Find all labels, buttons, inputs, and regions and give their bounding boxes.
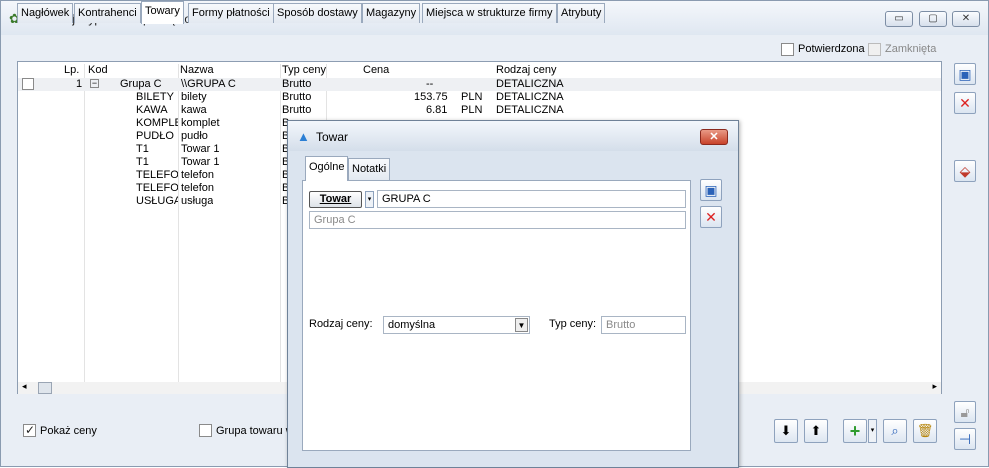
dialog-save-icon[interactable]: ▣	[700, 179, 722, 201]
export-icon[interactable]: ⬙	[954, 160, 976, 182]
main-window: ✿ Promocja typu Cena początkowa - zostan…	[0, 0, 989, 468]
cell-waluta: PLN	[461, 104, 483, 116]
towar-dialog: ▲ Towar ✕ Ogólne Notatki Towar ▾ GRUPA C…	[287, 120, 739, 468]
cell-kod: TELEFON	[136, 169, 178, 181]
cell-nazwa: Towar 1	[181, 156, 220, 168]
potwierdzona-label: Potwierdzona	[798, 43, 865, 55]
cell-lp: 1	[76, 78, 83, 90]
table-row[interactable]: KAWA kawa Brutto 6.81 PLN DETALICZNA	[18, 104, 941, 117]
cell-rodzaj: DETALICZNA	[496, 104, 564, 116]
cell-kod: KAWA	[136, 104, 168, 116]
cell-waluta: PLN	[461, 91, 483, 103]
tab-notatki[interactable]: Notatki	[348, 158, 391, 180]
cell-kod: T1	[136, 156, 149, 168]
cell-nazwa: \\GRUPA C	[181, 78, 236, 90]
col-kod[interactable]: Kod	[88, 64, 108, 76]
cell-kod: Grupa C	[120, 78, 162, 90]
dialog-title-bar: ▲ Towar ✕	[288, 121, 738, 151]
towar-button[interactable]: Towar	[309, 191, 362, 208]
dialog-cancel-icon[interactable]: ✕	[700, 206, 722, 228]
typ-ceny-field: Brutto	[601, 316, 686, 334]
row-select-checkbox[interactable]	[22, 78, 34, 90]
move-up-icon[interactable]: ⬆	[804, 419, 828, 443]
minimize-button[interactable]: ▭	[885, 11, 913, 27]
cell-nazwa: telefon	[181, 169, 215, 181]
col-typ-ceny[interactable]: Typ ceny	[282, 64, 326, 76]
dialog-title: Towar	[316, 130, 349, 144]
cell-rodzaj: DETALICZNA	[496, 91, 564, 103]
cell-cena: --	[426, 78, 434, 90]
col-cena[interactable]: Cena	[363, 64, 389, 76]
rodzaj-ceny-value: domyślna	[388, 319, 436, 331]
scroll-right-icon[interactable]: ▸	[932, 381, 937, 392]
add-dropdown-icon[interactable]: ▾	[868, 419, 877, 443]
pokaz-ceny-checkbox[interactable]	[23, 423, 36, 437]
cell-nazwa: komplet	[181, 117, 220, 129]
grupa-towaru-checkbox[interactable]	[199, 424, 212, 437]
towar-dropdown-icon[interactable]: ▾	[365, 191, 374, 208]
zamknieta-checkbox	[868, 43, 881, 56]
tab-miejsca-w-strukturze[interactable]: Miejsca w strukturze firmy	[422, 3, 557, 23]
col-lp[interactable]: Lp.	[64, 64, 79, 76]
cell-typ: Brutto	[282, 78, 312, 90]
maximize-button[interactable]: ▢	[919, 11, 947, 27]
tab-magazyny[interactable]: Magazyny	[362, 3, 421, 23]
tab-towary[interactable]: Towary	[141, 1, 184, 24]
zamknieta-label: Zamknięta	[885, 43, 937, 55]
tab-naglowek[interactable]: Nagłówek	[17, 3, 74, 23]
tab-atrybuty[interactable]: Atrybuty	[557, 3, 606, 23]
close-button[interactable]: ✕	[952, 11, 980, 27]
dialog-close-button[interactable]: ✕	[700, 129, 728, 145]
cell-nazwa: pudło	[181, 130, 208, 142]
cell-nazwa: usługa	[181, 195, 214, 207]
towar-code-field[interactable]: GRUPA C	[377, 190, 686, 208]
towar-name-field[interactable]: Grupa C	[309, 211, 686, 229]
col-rodzaj-ceny[interactable]: Rodzaj ceny	[496, 64, 557, 76]
dialog-app-icon: ▲	[297, 129, 310, 144]
rodzaj-ceny-label: Rodzaj ceny:	[309, 318, 373, 330]
tab-ogolne[interactable]: Ogólne	[305, 156, 349, 181]
search-icon[interactable]: ⌕	[883, 419, 907, 443]
pin-icon[interactable]: ⊣	[954, 428, 976, 450]
tab-sposob-dostawy[interactable]: Sposób dostawy	[273, 3, 362, 23]
cell-rodzaj: DETALICZNA	[496, 78, 564, 90]
cancel-icon[interactable]: ✕	[954, 92, 976, 114]
cell-kod: USŁUGA	[136, 195, 178, 207]
tab-kontrahenci[interactable]: Kontrahenci	[74, 3, 141, 23]
table-row[interactable]: BILETY bilety Brutto 153.75 PLN DETALICZ…	[18, 91, 941, 104]
grupa-towaru-label: Grupa towaru w	[216, 425, 288, 437]
add-icon[interactable]: +	[843, 419, 867, 443]
move-down-icon[interactable]: ⬇	[774, 419, 798, 443]
typ-ceny-label: Typ ceny:	[549, 318, 597, 330]
cell-kod: TELEFON	[136, 182, 178, 194]
cell-kod: KOMPLET	[136, 117, 178, 129]
tab-formy-platnosci[interactable]: Formy płatności	[188, 3, 274, 23]
cell-nazwa: kawa	[181, 104, 207, 116]
table-row[interactable]: 1 − Grupa C \\GRUPA C Brutto -- DETALICZ…	[18, 78, 941, 91]
chevron-down-icon[interactable]: ▼	[515, 318, 528, 332]
cell-kod: T1	[136, 143, 149, 155]
scroll-thumb[interactable]	[38, 382, 52, 394]
rodzaj-ceny-select[interactable]: domyślna ▼	[383, 316, 530, 334]
cell-kod: BILETY	[136, 91, 174, 103]
cell-cena: 6.81	[426, 104, 448, 116]
collapse-icon[interactable]: −	[90, 79, 99, 88]
cell-nazwa: Towar 1	[181, 143, 220, 155]
pokaz-ceny-label: Pokaż ceny	[40, 425, 97, 437]
cell-nazwa: telefon	[181, 182, 215, 194]
cell-cena: 153.75	[414, 91, 448, 103]
cell-typ: Brutto	[282, 91, 312, 103]
col-nazwa[interactable]: Nazwa	[180, 64, 214, 76]
dialog-panel: Towar ▾ GRUPA C Grupa C Rodzaj ceny: dom…	[302, 180, 691, 451]
trash-icon[interactable]: 🗑︎	[913, 419, 937, 443]
potwierdzona-checkbox[interactable]	[781, 43, 794, 56]
cell-nazwa: bilety	[181, 91, 207, 103]
save-icon[interactable]: ▣	[954, 63, 976, 85]
cell-typ: Brutto	[282, 104, 312, 116]
scroll-left-icon[interactable]: ◂	[22, 381, 27, 392]
cell-kod: PUDŁO	[136, 130, 174, 142]
lock-icon[interactable]: 🔓︎	[954, 401, 976, 423]
